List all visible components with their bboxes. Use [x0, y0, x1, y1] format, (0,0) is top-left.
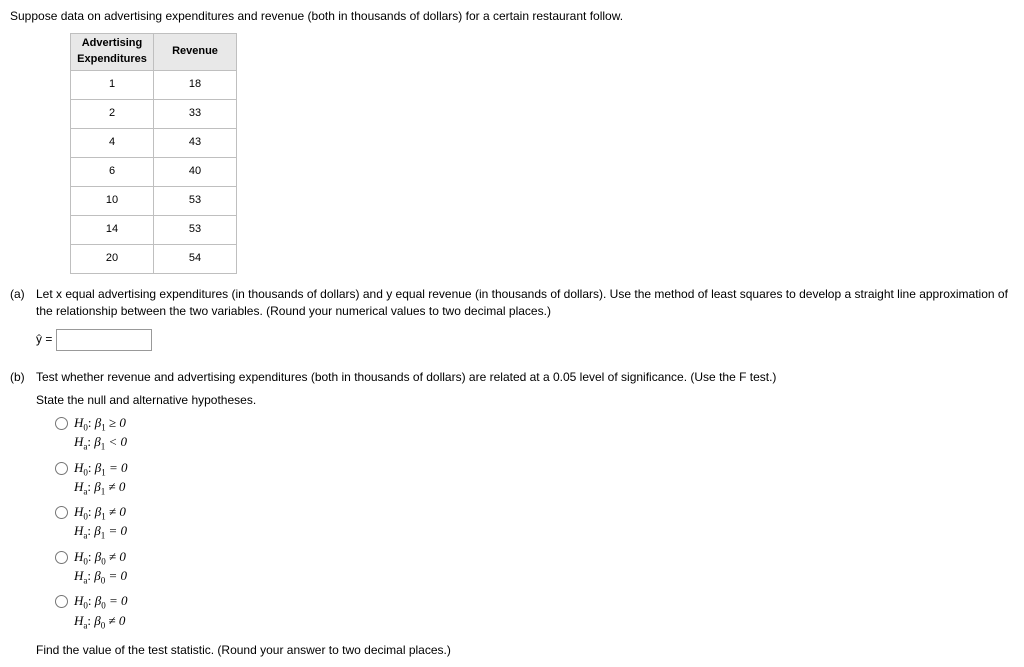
table-row: 443: [71, 128, 237, 157]
part-b-text: Test whether revenue and advertising exp…: [36, 369, 1014, 386]
table-row: 1453: [71, 215, 237, 244]
data-table: AdvertisingExpenditures Revenue 118 233 …: [70, 33, 237, 274]
hypothesis-radio-3[interactable]: [55, 506, 68, 519]
hypothesis-option: H0: β1 = 0 Ha: β1 ≠ 0: [50, 460, 1014, 499]
col-header-revenue: Revenue: [154, 33, 237, 70]
table-row: 2054: [71, 244, 237, 273]
yhat-prefix: ŷ =: [36, 333, 52, 347]
yhat-input[interactable]: [56, 329, 152, 351]
hypothesis-text: H0: β1 = 0 Ha: β1 ≠ 0: [74, 460, 128, 499]
intro-text: Suppose data on advertising expenditures…: [10, 8, 1014, 25]
hypothesis-text: H0: β0 ≠ 0 Ha: β0 = 0: [74, 549, 127, 588]
part-b-label: (b): [10, 369, 36, 386]
hypothesis-radio-5[interactable]: [55, 595, 68, 608]
hypothesis-options: H0: β1 ≥ 0 Ha: β1 < 0 H0: β1 = 0 Ha: β1 …: [50, 415, 1014, 632]
hypothesis-option: H0: β0 = 0 Ha: β0 ≠ 0: [50, 593, 1014, 632]
state-hypotheses: State the null and alternative hypothese…: [36, 392, 1014, 409]
hypothesis-text: H0: β0 = 0 Ha: β0 ≠ 0: [74, 593, 128, 632]
hypothesis-radio-4[interactable]: [55, 551, 68, 564]
table-row: 1053: [71, 186, 237, 215]
hypothesis-text: H0: β1 ≠ 0 Ha: β1 = 0: [74, 504, 127, 543]
hypothesis-text: H0: β1 ≥ 0 Ha: β1 < 0: [74, 415, 127, 454]
hypothesis-option: H0: β1 ≥ 0 Ha: β1 < 0: [50, 415, 1014, 454]
part-a-label: (a): [10, 286, 36, 320]
hypothesis-radio-1[interactable]: [55, 417, 68, 430]
table-row: 233: [71, 99, 237, 128]
col-header-advertising: AdvertisingExpenditures: [71, 33, 154, 70]
table-row: 118: [71, 70, 237, 99]
hypothesis-option: H0: β1 ≠ 0 Ha: β1 = 0: [50, 504, 1014, 543]
find-test-stat: Find the value of the test statistic. (R…: [36, 642, 1014, 659]
part-a-text: Let x equal advertising expenditures (in…: [36, 286, 1014, 320]
table-row: 640: [71, 157, 237, 186]
hypothesis-radio-2[interactable]: [55, 462, 68, 475]
hypothesis-option: H0: β0 ≠ 0 Ha: β0 = 0: [50, 549, 1014, 588]
